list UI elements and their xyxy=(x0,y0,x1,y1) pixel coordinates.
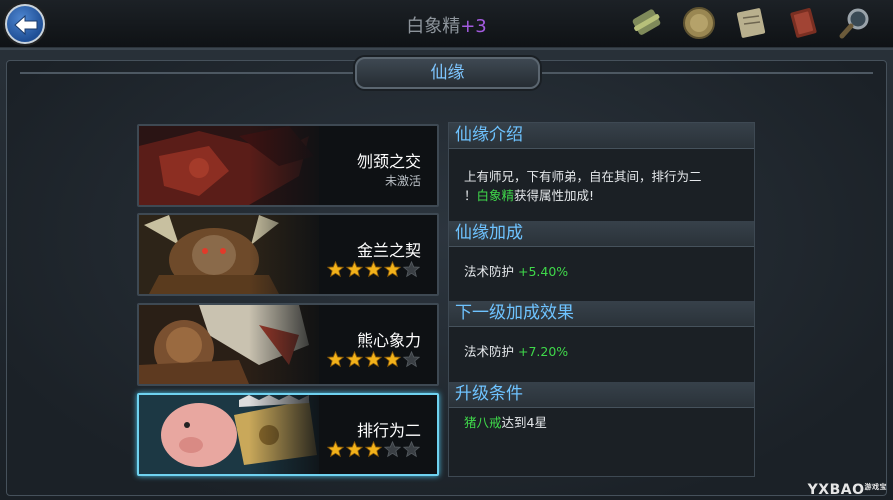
condition-requirement: 达到4星 xyxy=(501,415,547,430)
tab-divider-left xyxy=(20,72,355,74)
hero-name: 白象精 xyxy=(406,16,461,37)
fate-card-1[interactable]: 刎颈之交 未激活 xyxy=(137,124,439,207)
bonus-value: +5.40% xyxy=(518,264,569,279)
bonus-label: 法术防护 xyxy=(464,264,515,279)
card-3-name: 熊心象力 xyxy=(356,331,421,350)
bonus-text: 法术防护 +5.40% xyxy=(464,262,568,281)
section-title: 仙缘 xyxy=(430,63,465,83)
coin-icon[interactable] xyxy=(679,3,719,43)
scroll-icon[interactable] xyxy=(627,3,667,43)
fate-card-3[interactable]: 熊心象力 xyxy=(137,303,439,386)
star-filled-icon xyxy=(384,261,401,278)
star-empty-icon xyxy=(403,441,420,458)
watermark-logo: YXBAO游戏宝 xyxy=(808,482,887,498)
intro-line-2: ！白象精获得属性加成! xyxy=(464,186,702,205)
star-filled-icon xyxy=(365,441,382,458)
fate-card-4[interactable]: 排行为二 xyxy=(137,393,439,476)
watermark-subtext: 游戏宝 xyxy=(864,483,887,491)
card-3-stars xyxy=(327,351,420,368)
star-empty-icon xyxy=(384,441,401,458)
card-2-stars xyxy=(327,261,420,278)
intro-line-2-pre: ！ xyxy=(464,188,477,203)
map-icon[interactable] xyxy=(731,3,771,43)
next-bonus-value: +7.20% xyxy=(518,344,569,359)
intro-text: 上有师兄，下有师弟，自在其间，排行为二 ！白象精获得属性加成! xyxy=(464,167,702,205)
fate-card-2[interactable]: 金兰之契 xyxy=(137,213,439,296)
card-4-name: 排行为二 xyxy=(356,421,421,440)
star-filled-icon xyxy=(346,441,363,458)
main-frame xyxy=(0,48,893,500)
section-tab: 仙缘 xyxy=(355,57,540,89)
star-filled-icon xyxy=(327,261,344,278)
intro-header: 仙缘介绍 xyxy=(449,123,754,149)
star-filled-icon xyxy=(365,351,382,368)
star-filled-icon xyxy=(327,441,344,458)
next-bonus-header: 下一级加成效果 xyxy=(449,301,754,327)
card-2-fade xyxy=(249,215,329,294)
intro-hero-name: 白象精 xyxy=(476,188,515,203)
intro-line-1: 上有师兄，下有师弟，自在其间，排行为二 xyxy=(464,169,702,184)
tab-divider-right xyxy=(540,72,873,74)
card-2-name: 金兰之契 xyxy=(356,241,421,260)
condition-text: 猪八戒达到4星 xyxy=(464,413,547,432)
watermark-text: YXBAO xyxy=(807,482,865,498)
intro-line-2-post: 获得属性加成! xyxy=(514,188,595,203)
next-bonus-text: 法术防护 +7.20% xyxy=(464,342,568,361)
star-filled-icon xyxy=(346,261,363,278)
star-filled-icon xyxy=(384,351,401,368)
magnifier-icon[interactable] xyxy=(835,3,875,43)
star-filled-icon xyxy=(365,261,382,278)
top-bar: 白象精+3 xyxy=(0,0,893,48)
condition-header: 升级条件 xyxy=(449,382,754,408)
book-icon[interactable] xyxy=(783,3,823,43)
condition-hero-name: 猪八戒 xyxy=(464,415,502,430)
card-1-fade xyxy=(249,126,329,205)
star-empty-icon xyxy=(403,261,420,278)
hero-plus-level: +3 xyxy=(460,16,487,37)
top-icon-bar xyxy=(627,3,875,43)
next-bonus-label: 法术防护 xyxy=(464,344,515,359)
star-filled-icon xyxy=(327,351,344,368)
card-4-fade xyxy=(249,395,329,474)
card-1-name: 刎颈之交 xyxy=(356,152,421,171)
star-empty-icon xyxy=(403,351,420,368)
star-filled-icon xyxy=(346,351,363,368)
card-1-status: 未激活 xyxy=(384,174,421,188)
card-4-stars xyxy=(327,441,420,458)
fate-detail-panel: 仙缘介绍 上有师兄，下有师弟，自在其间，排行为二 ！白象精获得属性加成! 仙缘加… xyxy=(448,122,755,477)
bonus-header: 仙缘加成 xyxy=(449,221,754,247)
card-3-fade xyxy=(249,305,329,384)
